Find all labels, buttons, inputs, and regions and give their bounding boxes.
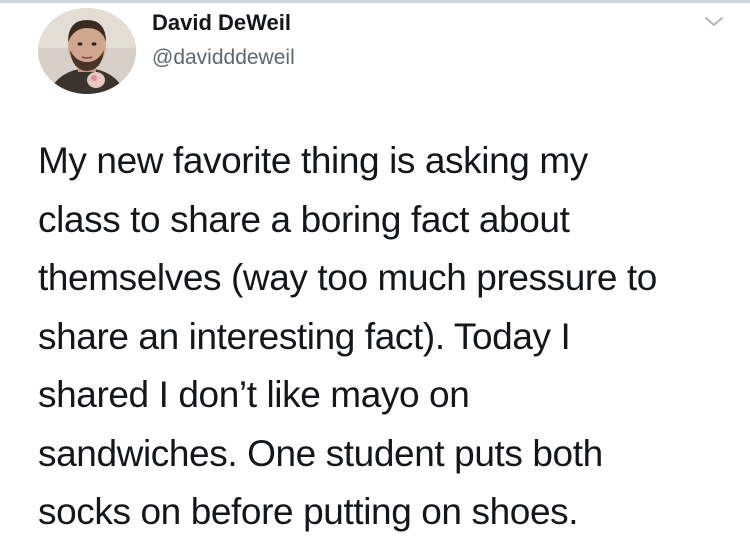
author-display-name[interactable]: David DeWeil bbox=[152, 10, 295, 36]
tweet-text-line: sandwiches. One student puts both bbox=[38, 432, 603, 474]
tweet-menu-button[interactable] bbox=[700, 10, 728, 32]
tweet-text: My new favorite thing is asking my class… bbox=[38, 132, 738, 542]
chevron-down-icon bbox=[705, 17, 723, 26]
tweet-text-line: share an interesting fact). Today I bbox=[38, 315, 571, 357]
tweet-text-line: socks on before putting on shoes. bbox=[38, 491, 579, 532]
author-block: David DeWeil @davidddeweil bbox=[152, 10, 295, 70]
avatar[interactable] bbox=[38, 8, 136, 94]
profile-photo-icon bbox=[38, 8, 136, 94]
author-handle[interactable]: @davidddeweil bbox=[152, 46, 295, 70]
tweet-text-line: shared I don’t like mayo on bbox=[38, 374, 470, 415]
tweet-card: David DeWeil @davidddeweil My new favori… bbox=[0, 0, 750, 558]
tweet-text-line: My new favorite thing is asking my bbox=[38, 140, 588, 181]
top-divider bbox=[0, 0, 750, 3]
tweet-text-line: class to share a boring fact about bbox=[38, 198, 570, 240]
tweet-text-line: themselves (way too much pressure to bbox=[38, 257, 657, 298]
